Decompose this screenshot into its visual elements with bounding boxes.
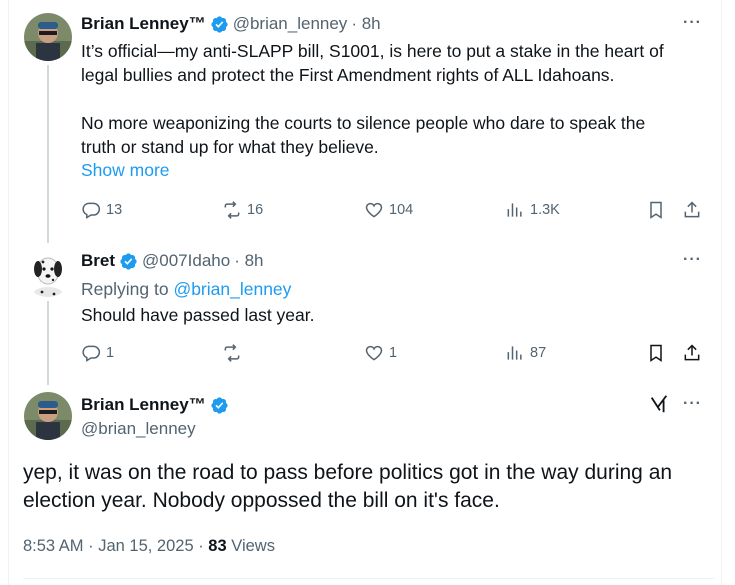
views-button[interactable]: 1.3K: [505, 200, 560, 220]
post-timestamp[interactable]: 8:53 AM · Jan 15, 2025 ·: [23, 537, 204, 555]
main-text-line2: election year. Nobody oppossed the bill …: [23, 489, 500, 512]
replying-prefix: Replying to: [81, 279, 169, 299]
share-button[interactable]: [682, 200, 702, 220]
main-author: Brian Lenney™: [81, 395, 229, 415]
tweet1-text-line1: It’s official—my anti-SLAPP bill, S1001,…: [81, 41, 664, 61]
replying-to-handle[interactable]: @brian_lenney: [173, 279, 291, 299]
repost-icon: [224, 201, 240, 219]
tweet2-header: Bret @007Idaho · 8h: [81, 251, 263, 271]
reply-button[interactable]: 1: [81, 343, 114, 363]
tweet1-text-line2: legal bullies and protect the First Amen…: [81, 65, 615, 85]
replying-to: Replying to @brian_lenney: [81, 277, 291, 301]
reply-button[interactable]: 13: [81, 200, 122, 220]
grok-icon[interactable]: [648, 393, 670, 415]
author-name[interactable]: Brian Lenney™: [81, 395, 206, 415]
tweet1-header: Brian Lenney™ @brian_lenney · 8h: [81, 14, 381, 34]
tweet2-text: Should have passed last year.: [81, 305, 315, 325]
like-count: 104: [389, 202, 414, 218]
verified-badge-icon: [211, 15, 228, 33]
thread-connector: [47, 301, 49, 385]
post-meta: 8:53 AM · Jan 15, 2025 · 83 Views: [23, 537, 275, 556]
repost-button[interactable]: [222, 343, 242, 363]
verified-badge-icon: [120, 252, 137, 270]
views-label: Views: [231, 537, 275, 555]
like-button[interactable]: 104: [364, 200, 413, 220]
bookmark-icon: [650, 201, 662, 219]
tweet1-text-line4: truth or stand up for what they believe.: [81, 137, 379, 157]
repost-icon: [224, 344, 240, 362]
views-button[interactable]: 87: [505, 343, 546, 363]
post-time[interactable]: · 8h: [351, 14, 380, 34]
bookmark-button[interactable]: [646, 200, 666, 220]
author-name[interactable]: Brian Lenney™: [81, 14, 206, 34]
like-button[interactable]: 1: [364, 343, 397, 363]
reply-icon: [82, 202, 101, 219]
share-button[interactable]: [682, 343, 702, 363]
views-icon: [507, 203, 522, 217]
author-name[interactable]: Bret: [81, 251, 115, 271]
like-count: 1: [389, 345, 398, 361]
thread-connector: [47, 65, 49, 243]
bookmark-icon: [650, 344, 662, 362]
views-count: 83: [208, 537, 227, 555]
divider: [23, 578, 715, 579]
show-more-link[interactable]: Show more: [81, 160, 170, 181]
more-icon[interactable]: ···: [683, 14, 702, 32]
share-icon: [684, 201, 700, 218]
repost-button[interactable]: 16: [222, 200, 263, 220]
verified-badge-icon: [211, 396, 228, 414]
more-icon[interactable]: ···: [683, 251, 702, 269]
heart-icon: [365, 345, 383, 361]
author-handle[interactable]: @007Idaho: [142, 251, 230, 271]
main-text-line1: yep, it was on the road to pass before p…: [23, 461, 673, 484]
tweet1-text-line3: No more weaponizing the courts to silenc…: [81, 113, 646, 133]
bookmark-button[interactable]: [646, 343, 666, 363]
author-handle[interactable]: @brian_lenney: [81, 419, 196, 439]
view-count: 1.3K: [530, 202, 560, 218]
brian-avatar[interactable]: [24, 13, 72, 61]
repost-count: 16: [247, 202, 264, 218]
views-icon: [507, 346, 522, 360]
share-icon: [684, 344, 700, 361]
heart-icon: [365, 202, 383, 218]
reply-icon: [82, 345, 101, 362]
bret-avatar[interactable]: [24, 249, 72, 297]
author-handle[interactable]: @brian_lenney: [233, 14, 348, 34]
reply-count: 1: [106, 345, 115, 361]
reply-count: 13: [106, 202, 123, 218]
view-count: 87: [530, 345, 547, 361]
more-icon[interactable]: ···: [683, 395, 702, 413]
brian-avatar[interactable]: [24, 392, 72, 440]
post-time[interactable]: · 8h: [234, 251, 263, 271]
